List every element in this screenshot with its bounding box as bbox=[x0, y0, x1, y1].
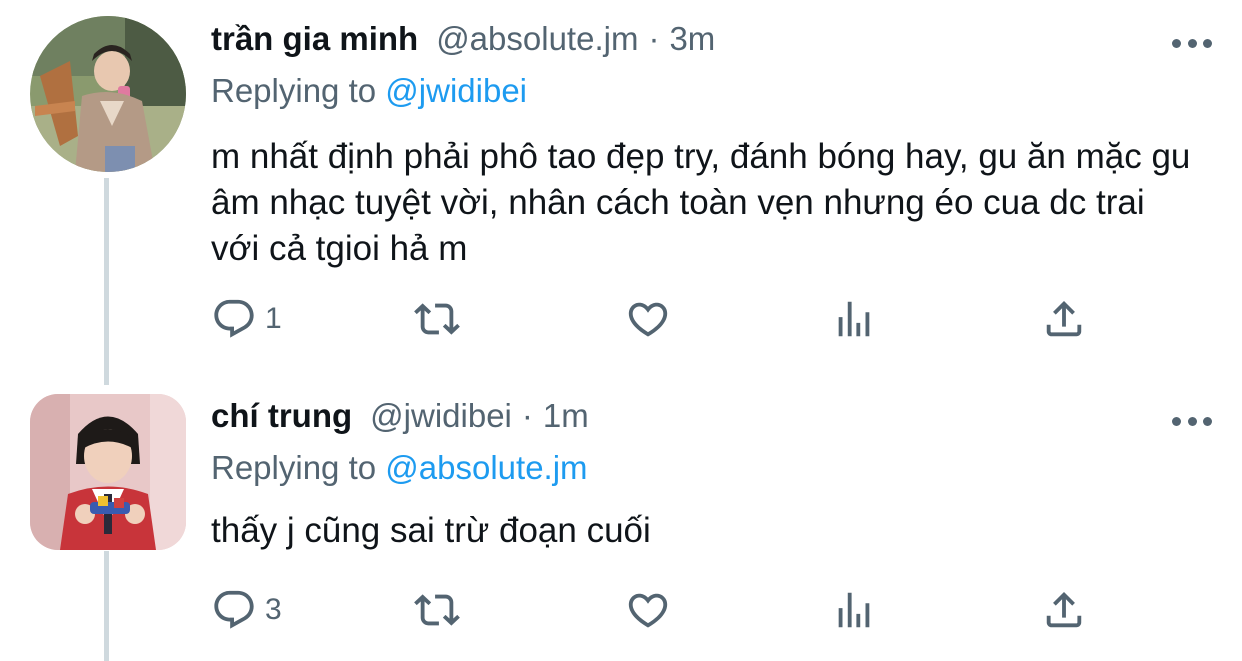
more-icon[interactable] bbox=[1172, 415, 1212, 427]
like-icon bbox=[628, 302, 668, 337]
share-button[interactable] bbox=[1041, 294, 1087, 344]
reply-count: 3 bbox=[265, 593, 282, 626]
like-button[interactable] bbox=[625, 585, 679, 635]
author-handle[interactable]: @jwidibei bbox=[370, 397, 512, 435]
retweet-button[interactable] bbox=[414, 585, 468, 635]
stats-button[interactable] bbox=[831, 294, 877, 344]
replying-to: Replying to @jwidibei bbox=[211, 72, 527, 110]
author-handle[interactable]: @absolute.jm bbox=[436, 20, 638, 58]
share-icon bbox=[1046, 591, 1082, 628]
avatar[interactable] bbox=[30, 16, 186, 172]
action-bar: 3 bbox=[211, 585, 1091, 635]
tweet-header: chí trung @jwidibei · 1m bbox=[211, 397, 589, 447]
thread-line bbox=[104, 178, 109, 385]
share-button[interactable] bbox=[1041, 585, 1087, 635]
retweet-icon bbox=[414, 303, 460, 335]
separator: · bbox=[521, 397, 533, 434]
avatar[interactable] bbox=[30, 394, 186, 550]
stats-button[interactable] bbox=[831, 585, 877, 635]
author-name[interactable]: chí trung bbox=[211, 397, 352, 435]
reply-icon bbox=[214, 299, 254, 338]
tweet-header: trần gia minh @absolute.jm · 3m bbox=[211, 20, 715, 70]
reply-button[interactable]: 3 bbox=[211, 585, 282, 635]
tweet-text: thấy j cũng sai trừ đoạn cuối bbox=[211, 511, 651, 550]
replying-to: Replying to @absolute.jm bbox=[211, 449, 588, 487]
timestamp[interactable]: 3m bbox=[669, 20, 715, 58]
reply-icon bbox=[214, 590, 254, 629]
like-icon bbox=[628, 593, 668, 628]
tweet-text: m nhất định phải phô tao đẹp try, đánh b… bbox=[211, 137, 1191, 268]
separator: · bbox=[648, 20, 660, 57]
timestamp[interactable]: 1m bbox=[543, 397, 589, 435]
reply-button[interactable]: 1 bbox=[211, 294, 282, 344]
more-icon[interactable] bbox=[1172, 37, 1212, 49]
mention-link[interactable]: @jwidibei bbox=[385, 72, 527, 109]
stats-icon bbox=[838, 301, 870, 337]
replying-prefix: Replying to bbox=[211, 72, 377, 109]
retweet-button[interactable] bbox=[414, 294, 468, 344]
mention-link[interactable]: @absolute.jm bbox=[385, 449, 587, 486]
share-icon bbox=[1046, 300, 1082, 337]
retweet-icon bbox=[414, 594, 460, 626]
thread-line bbox=[104, 551, 109, 661]
author-name[interactable]: trần gia minh bbox=[211, 20, 418, 58]
like-button[interactable] bbox=[625, 294, 679, 344]
replying-prefix: Replying to bbox=[211, 449, 377, 486]
stats-icon bbox=[838, 592, 870, 628]
action-bar: 1 bbox=[211, 294, 1091, 344]
reply-count: 1 bbox=[265, 302, 282, 335]
